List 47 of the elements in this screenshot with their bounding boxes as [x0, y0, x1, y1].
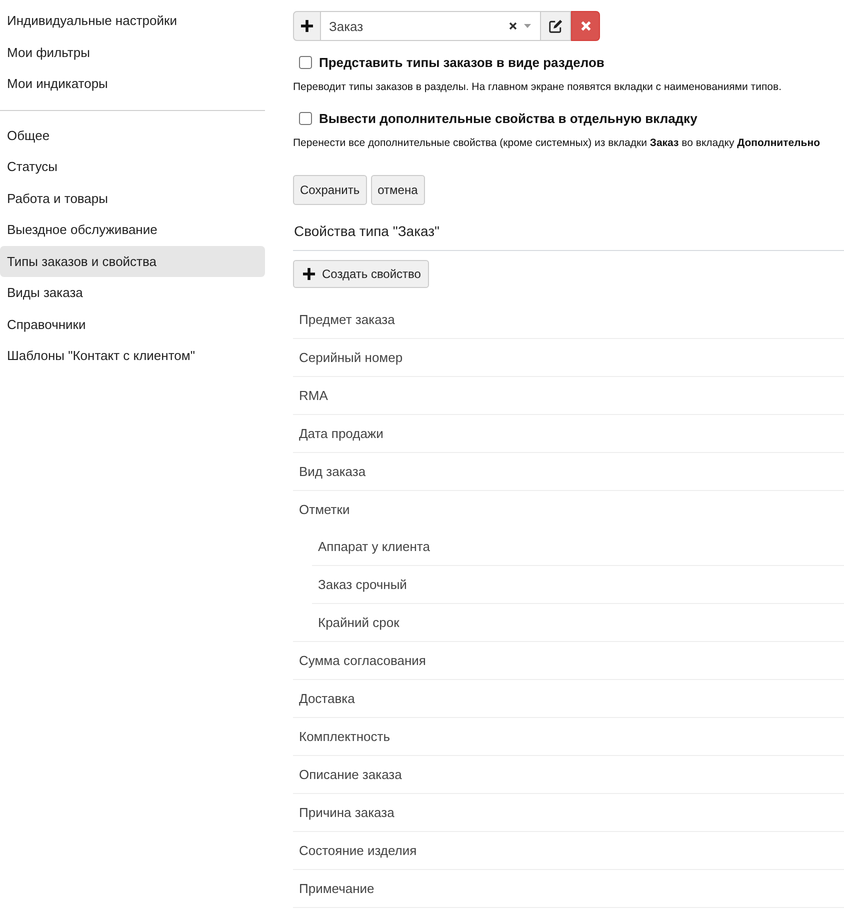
property-item[interactable]: Описание заказа — [293, 756, 844, 792]
sidebar-item[interactable]: Справочники — [0, 308, 265, 340]
sidebar-item[interactable]: Индивидуальные настройки — [0, 5, 265, 36]
property-item[interactable]: Состояние изделия — [293, 832, 844, 868]
property-item[interactable]: RMA — [293, 376, 844, 414]
option-description: Перенести все дополнительные свойства (кроме системных) из вкладки Заказ во вкладку Дополнительно — [293, 136, 822, 151]
option-checkbox[interactable] — [299, 56, 312, 69]
plus-icon — [303, 268, 315, 280]
caret-icon — [524, 24, 531, 28]
sidebar-item[interactable]: Работа и товары — [0, 182, 265, 214]
sidebar-item[interactable]: Выездное обслуживание — [0, 214, 265, 246]
property-item[interactable]: Доставка — [293, 680, 844, 716]
clear-icon[interactable] — [509, 22, 517, 30]
property-item[interactable]: Вид заказа — [293, 452, 844, 490]
create-property-button[interactable]: Создать свойство — [293, 260, 429, 288]
add-button[interactable] — [293, 11, 321, 41]
sidebar-item[interactable]: Шаблоны "Контакт с клиентом" — [0, 340, 265, 372]
cancel-button[interactable]: отмена — [370, 174, 425, 204]
plus-icon — [301, 20, 313, 32]
sidebar-item[interactable]: Виды заказа — [0, 277, 265, 308]
sidebar-item[interactable]: Статусы — [0, 151, 265, 182]
property-item[interactable]: Серийный номер — [293, 338, 844, 376]
section-title: Свойства типа "Заказ" — [293, 222, 441, 240]
property-item[interactable]: Дата продажи — [293, 414, 844, 452]
type-select[interactable]: Заказ — [321, 11, 541, 41]
option-description: Переводит типы заказов в разделы. На главном экране появятся вкладки с наименованиями типов. — [293, 80, 782, 95]
close-icon — [580, 21, 590, 31]
sidebar-item[interactable]: Общее — [0, 120, 265, 151]
property-item[interactable]: Комплектность — [293, 718, 844, 754]
property-item[interactable]: Аппарат у клиента — [312, 528, 844, 564]
property-item[interactable]: Примечание — [293, 870, 844, 906]
edit-button[interactable] — [541, 11, 571, 41]
edit-icon — [548, 19, 562, 33]
delete-button[interactable] — [571, 11, 600, 41]
option-label: Вывести дополнительные свойства в отдельную вкладку — [319, 110, 698, 128]
property-item[interactable]: Причина заказа — [293, 794, 844, 830]
sidebar-item[interactable]: Мои индикаторы — [0, 68, 265, 100]
property-item[interactable]: Сумма согласования — [293, 642, 844, 678]
save-button[interactable]: Сохранить — [293, 174, 367, 204]
property-item[interactable]: Заказ срочный — [312, 566, 844, 602]
property-item[interactable]: Предмет заказа — [293, 300, 844, 338]
sidebar-item[interactable]: Мои фильтры — [0, 36, 265, 68]
option-checkbox[interactable] — [299, 112, 312, 125]
property-item[interactable]: Крайний срок — [312, 604, 844, 640]
option-label: Представить типы заказов в виде разделов — [319, 54, 604, 72]
sidebar-item[interactable]: Типы заказов и свойства — [0, 246, 265, 277]
property-item[interactable]: Отметки — [293, 490, 844, 528]
